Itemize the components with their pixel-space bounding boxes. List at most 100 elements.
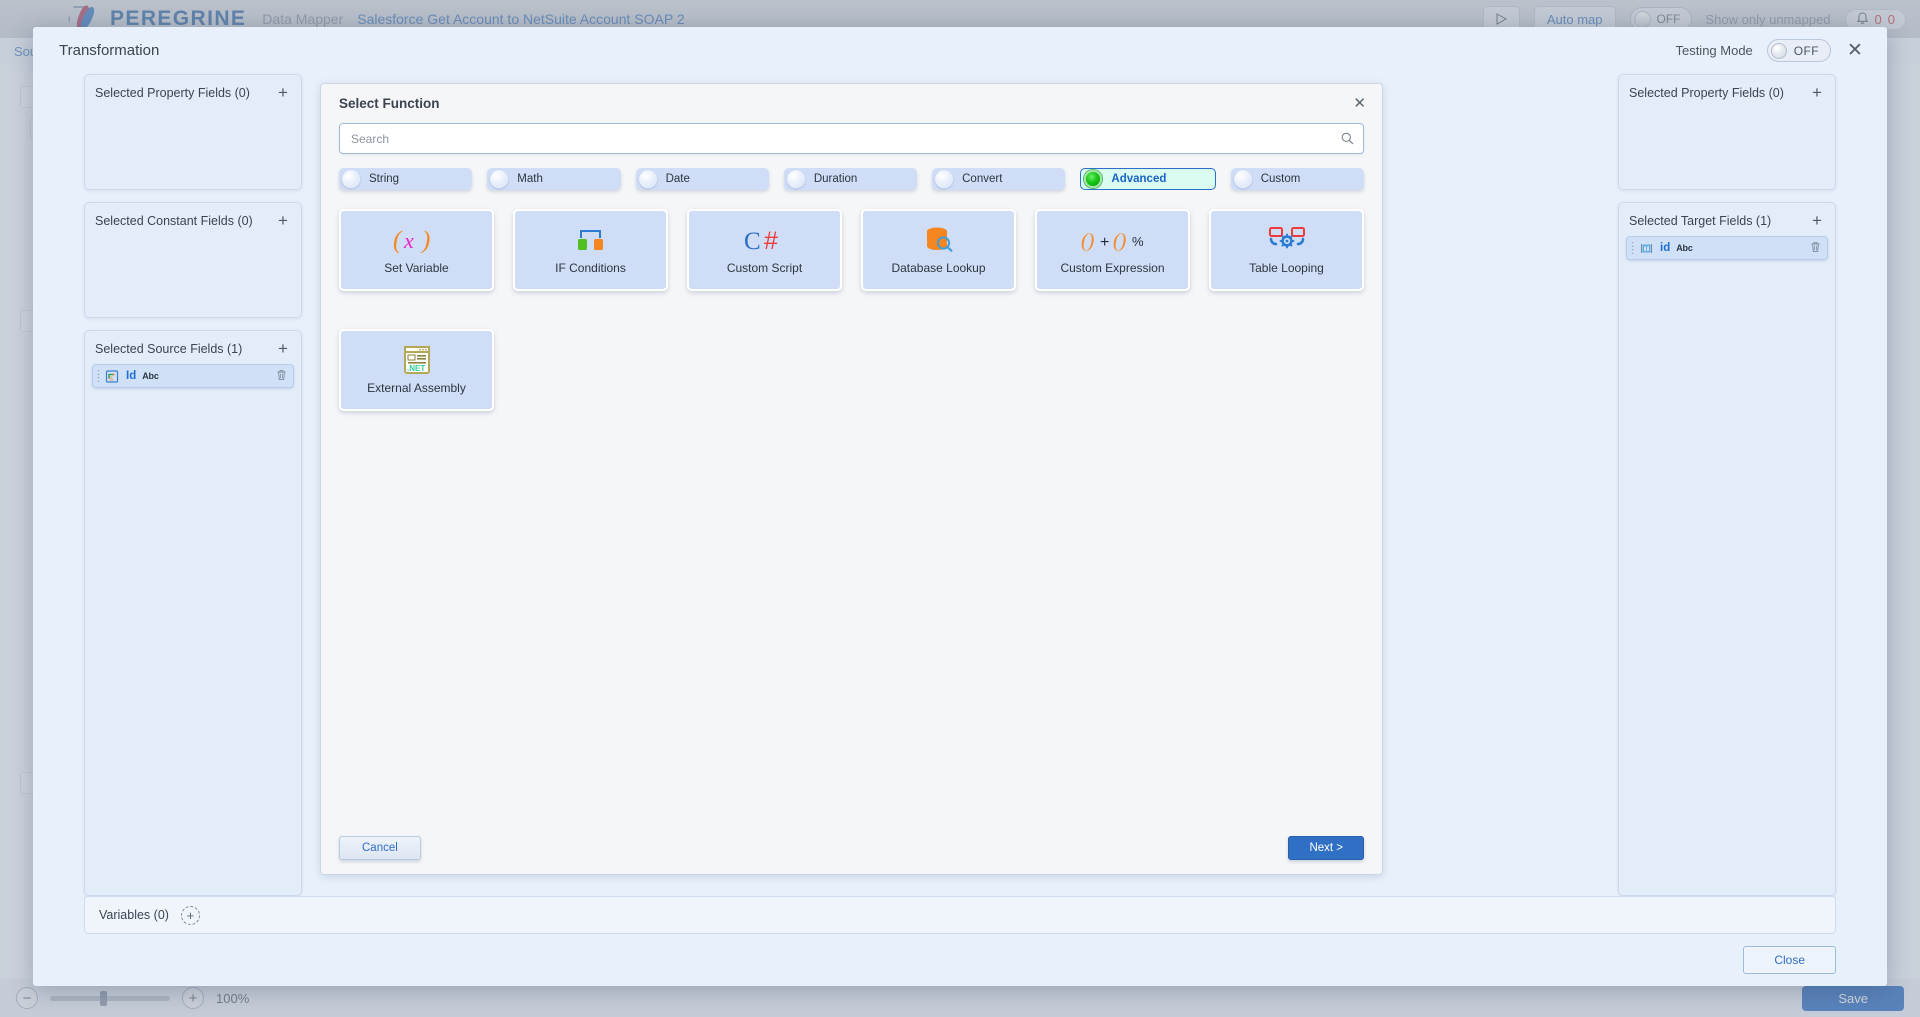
panel-body: :: T id Abc xyxy=(1619,236,1835,895)
field-name: id xyxy=(1660,242,1671,254)
right-field-column: Selected Property Fields (0) + Selected … xyxy=(1618,74,1836,896)
drag-handle-icon[interactable]: :: xyxy=(1631,240,1634,256)
function-card-custom-expression[interactable]: () + () % Custom Expression xyxy=(1035,209,1190,291)
drag-handle-icon[interactable]: :: xyxy=(97,368,100,384)
category-custom[interactable]: Custom xyxy=(1230,168,1364,190)
close-icon[interactable]: ✕ xyxy=(1845,41,1865,60)
panel-body xyxy=(1619,108,1835,189)
function-card-custom-script[interactable]: C # Custom Script xyxy=(687,209,842,291)
table-looping-icon xyxy=(1265,225,1309,255)
field-type: Abc xyxy=(1676,243,1693,253)
category-label: String xyxy=(369,173,400,185)
list-item[interactable]: :: S Id Abc xyxy=(92,364,294,388)
csharp-icon: C # xyxy=(742,225,788,255)
category-label: Date xyxy=(665,173,690,185)
panel-selected-source-fields: Selected Source Fields (1) + :: S Id Abc xyxy=(84,330,302,896)
close-icon[interactable]: ✕ xyxy=(1353,96,1366,111)
category-math[interactable]: Math xyxy=(487,168,621,190)
modal-body: Selected Property Fields (0) + Selected … xyxy=(33,74,1887,896)
function-label: Set Variable xyxy=(384,261,449,275)
trash-icon[interactable] xyxy=(1810,241,1821,256)
svg-text:(): () xyxy=(1081,230,1095,252)
testing-mode-knob xyxy=(1770,42,1787,59)
panel-header: Selected Property Fields (0) + xyxy=(85,75,301,108)
category-duration[interactable]: Duration xyxy=(783,168,918,190)
trash-icon[interactable] xyxy=(276,369,287,384)
plus-icon[interactable]: + xyxy=(275,84,291,101)
svg-text:(): () xyxy=(1113,230,1127,252)
radio-icon xyxy=(786,170,805,188)
database-lookup-icon xyxy=(922,225,956,255)
left-field-column: Selected Property Fields (0) + Selected … xyxy=(84,74,302,896)
function-card-if-conditions[interactable]: IF Conditions xyxy=(513,209,668,291)
category-string[interactable]: String xyxy=(339,168,473,190)
svg-text:x: x xyxy=(403,228,414,253)
panel-title: Selected Property Fields (0) xyxy=(1629,85,1784,100)
panel-title: Selected Constant Fields (0) xyxy=(95,213,253,228)
search-box[interactable] xyxy=(339,123,1364,154)
radio-icon xyxy=(638,170,657,188)
testing-mode-toggle[interactable]: OFF xyxy=(1766,39,1831,62)
list-item[interactable]: :: T id Abc xyxy=(1626,236,1828,260)
close-button[interactable]: Close xyxy=(1743,946,1836,974)
variables-bar: Variables (0) + xyxy=(84,896,1836,934)
category-label: Math xyxy=(517,173,543,185)
panel-body xyxy=(85,236,301,317)
modal-header: Transformation Testing Mode OFF ✕ xyxy=(33,27,1887,74)
svg-text:#: # xyxy=(764,227,778,255)
svg-text:): ) xyxy=(420,227,430,254)
function-label: Database Lookup xyxy=(891,261,986,275)
panel-header: Selected Constant Fields (0) + xyxy=(85,203,301,236)
select-function-dialog: Select Function ✕ String xyxy=(320,83,1383,875)
field-name: Id xyxy=(126,370,137,382)
plus-icon[interactable]: + xyxy=(1809,212,1825,229)
if-conditions-icon xyxy=(574,225,608,255)
svg-text:(: ( xyxy=(393,227,403,254)
function-card-external-assembly[interactable]: .NET External Assembly xyxy=(339,329,494,411)
category-advanced[interactable]: Advanced xyxy=(1080,168,1216,190)
source-field-icon: S xyxy=(105,369,120,384)
field-type: Abc xyxy=(142,371,159,381)
svg-text:+: + xyxy=(1100,234,1109,251)
radio-icon xyxy=(490,170,509,188)
testing-mode-label: Testing Mode xyxy=(1675,43,1753,58)
function-label: External Assembly xyxy=(367,381,466,395)
modal-footer: Close xyxy=(33,934,1887,986)
modal-title: Transformation xyxy=(59,42,160,59)
plus-circle-icon[interactable]: + xyxy=(180,905,200,925)
variables-label: Variables (0) xyxy=(99,908,169,922)
panel-body: :: S Id Abc xyxy=(85,364,301,895)
category-date[interactable]: Date xyxy=(635,168,769,190)
select-function-footer: Cancel Next > xyxy=(321,836,1382,874)
svg-text:T: T xyxy=(1644,246,1648,253)
category-radio-group: String Math Date Duration Convert Advanc… xyxy=(321,154,1382,190)
radio-icon xyxy=(1233,170,1252,188)
select-function-title: Select Function xyxy=(339,96,440,111)
target-field-icon: T xyxy=(1639,241,1654,256)
panel-body xyxy=(85,108,301,189)
function-card-set-variable[interactable]: ( x ) Set Variable xyxy=(339,209,494,291)
testing-mode-state: OFF xyxy=(1793,43,1819,58)
panel-header: Selected Property Fields (0) + xyxy=(1619,75,1835,108)
category-label: Convert xyxy=(962,173,1003,185)
cancel-button[interactable]: Cancel xyxy=(339,836,421,860)
dotnet-assembly-icon: .NET xyxy=(402,345,432,375)
set-variable-icon: ( x ) xyxy=(389,225,445,255)
function-card-table-looping[interactable]: Table Looping xyxy=(1209,209,1364,291)
plus-icon[interactable]: + xyxy=(275,340,291,357)
category-label: Advanced xyxy=(1111,173,1167,185)
search-icon xyxy=(1341,132,1354,145)
plus-icon[interactable]: + xyxy=(1809,84,1825,101)
panel-title: Selected Source Fields (1) xyxy=(95,341,243,356)
category-convert[interactable]: Convert xyxy=(932,168,1066,190)
panel-title: Selected Property Fields (0) xyxy=(95,85,250,100)
svg-text:.NET: .NET xyxy=(407,364,425,373)
panel-header: Selected Source Fields (1) + xyxy=(85,331,301,364)
function-card-database-lookup[interactable]: Database Lookup xyxy=(861,209,1016,291)
search-input[interactable] xyxy=(340,124,1363,153)
next-button[interactable]: Next > xyxy=(1288,836,1364,860)
plus-icon[interactable]: + xyxy=(275,212,291,229)
function-label: Table Looping xyxy=(1249,261,1324,275)
panel-selected-constant-fields: Selected Constant Fields (0) + xyxy=(84,202,302,318)
function-label: Custom Script xyxy=(726,261,803,275)
